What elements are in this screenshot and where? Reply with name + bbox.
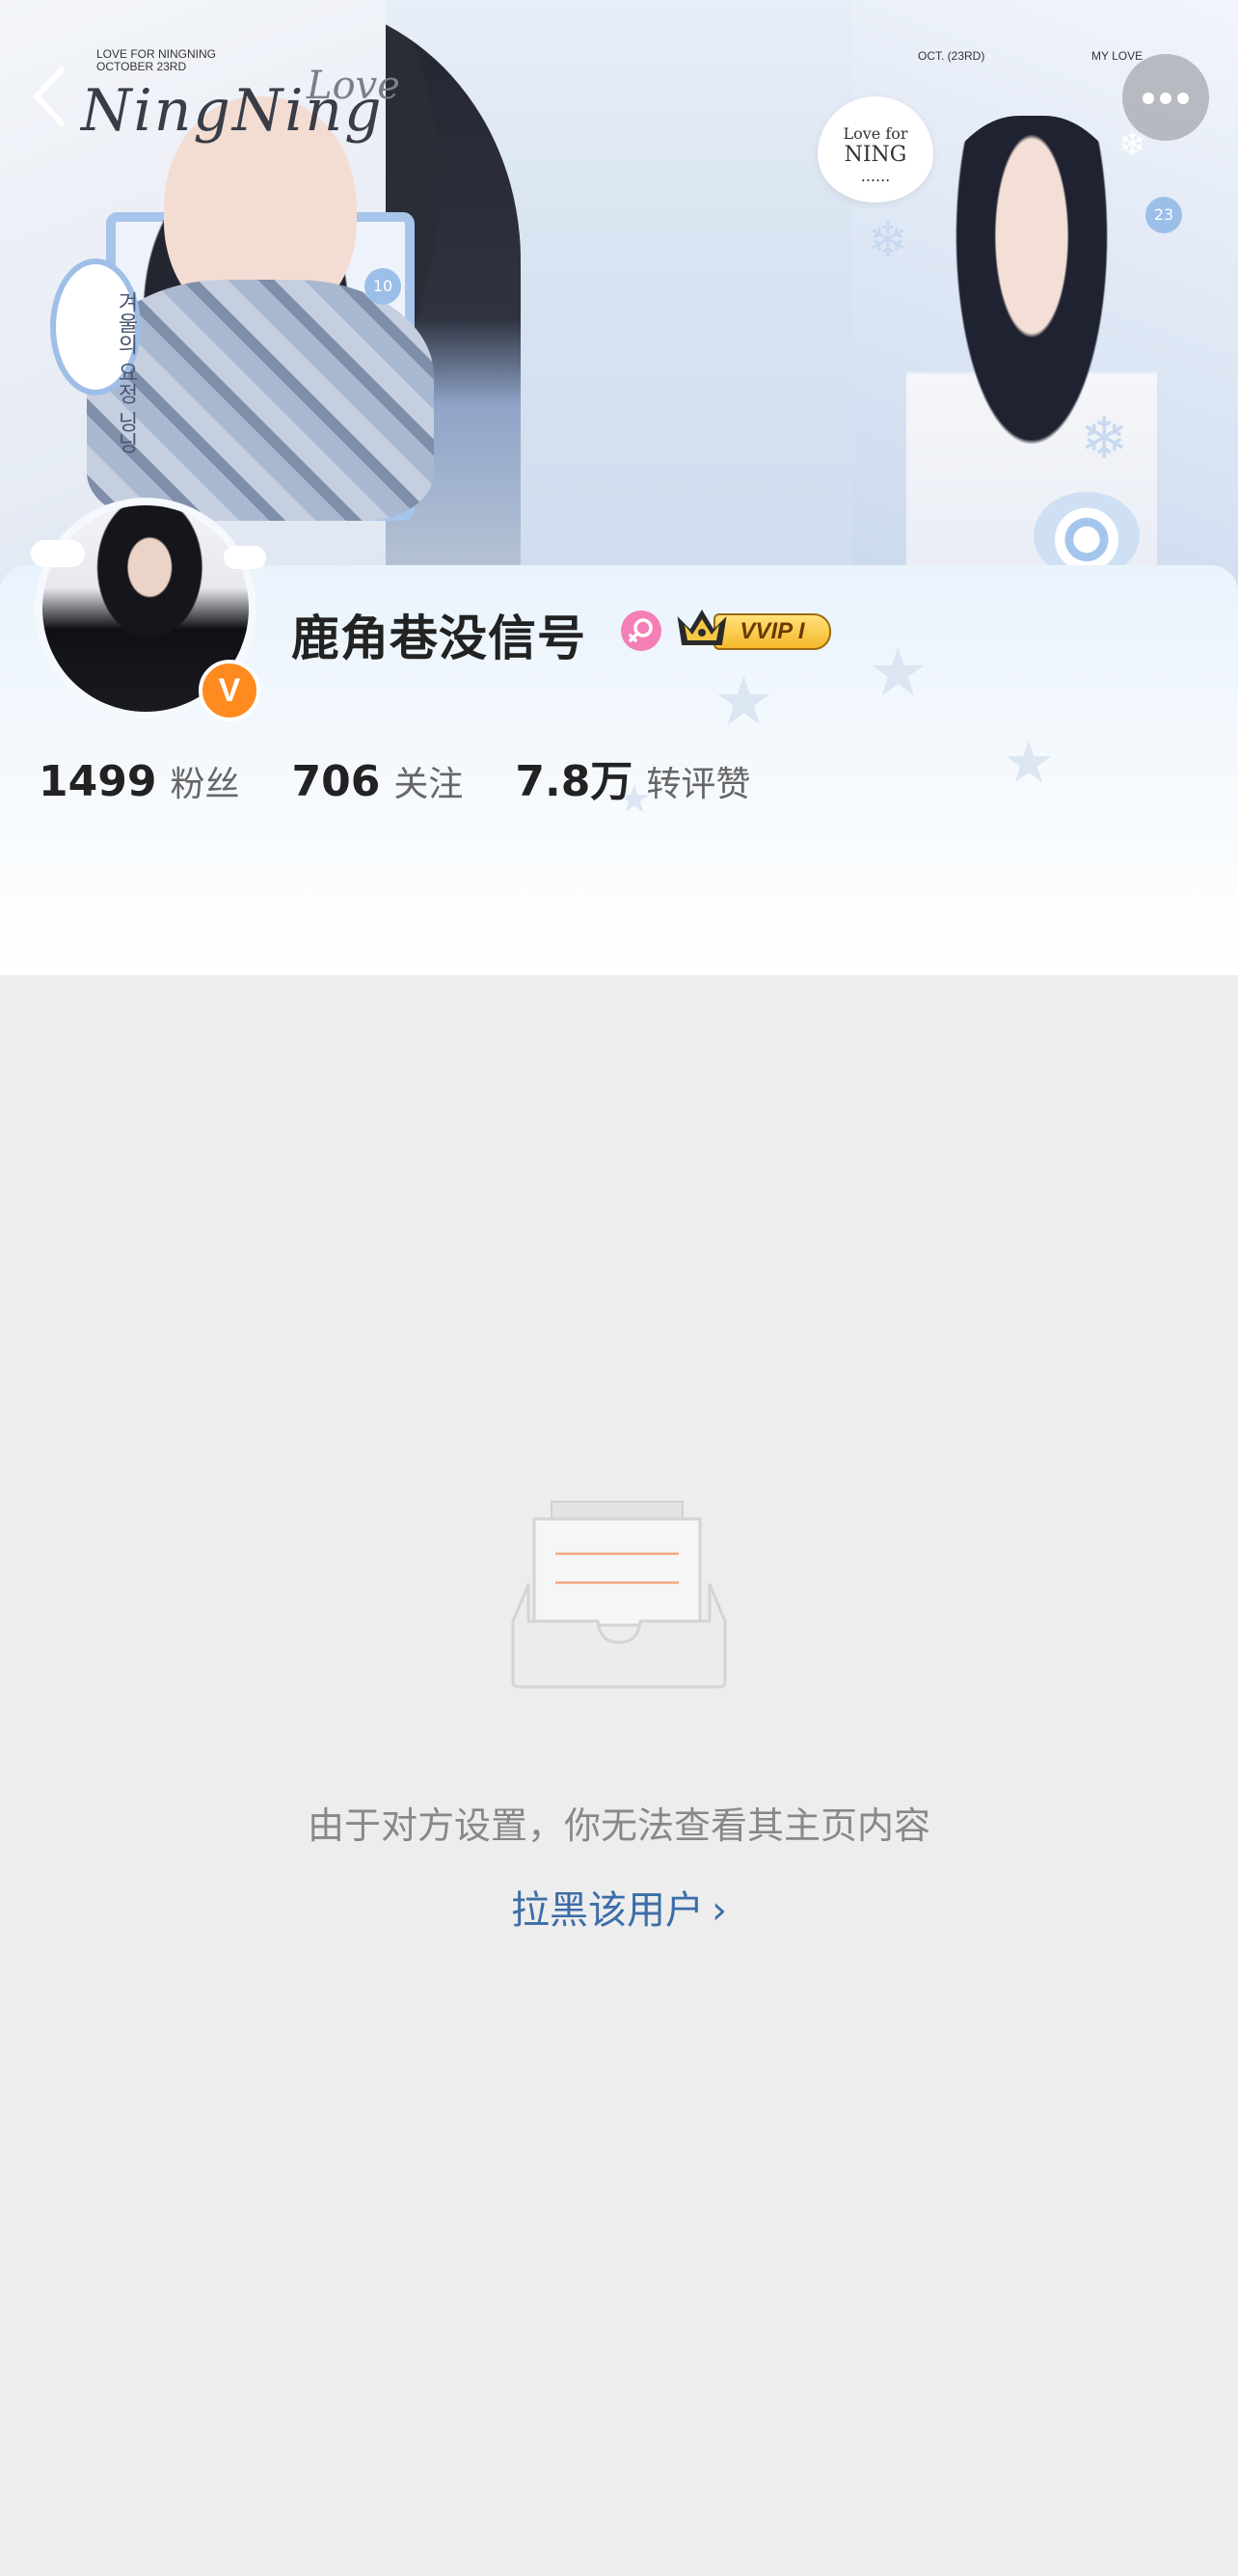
star-decoration: ★ — [868, 633, 928, 712]
more-dots-icon — [1143, 93, 1154, 104]
hanging-tag-text: 겨울의 요정 닝닝 — [114, 291, 138, 453]
number-badge-right: 23 — [1145, 197, 1182, 233]
username: 鹿角巷没信号 — [291, 610, 586, 666]
block-user-link[interactable]: 拉黑该用户 › — [0, 1879, 1238, 1935]
empty-state-message: 由于对方设置，你无法查看其主页内容 — [307, 1804, 930, 1847]
more-button[interactable] — [1122, 54, 1209, 141]
stats-row: 1499 粉丝 706 关注 7.8万 转评赞 — [39, 746, 802, 806]
stat-following[interactable]: 706 关注 — [291, 756, 463, 806]
vip-badge-label: VVIP I — [713, 613, 831, 650]
snowflake-icon: ❄ — [868, 212, 908, 268]
star-decoration: ★ — [1003, 729, 1055, 797]
stat-value: 7.8万 — [515, 757, 633, 806]
number-badge-left: 10 — [364, 268, 401, 305]
female-icon — [621, 610, 661, 651]
avatar-frame-cloud — [224, 546, 266, 569]
stat-value: 1499 — [39, 757, 157, 806]
back-button[interactable] — [23, 62, 81, 131]
snowflake-icon: ❄ — [1080, 405, 1129, 473]
banner-small-text-center: OCT. (23RD) — [918, 49, 985, 63]
more-dots-icon — [1177, 93, 1189, 104]
stat-label: 转评赞 — [646, 765, 751, 804]
empty-inbox-icon — [511, 1501, 727, 1689]
stat-label: 粉丝 — [170, 765, 240, 804]
stat-likes[interactable]: 7.8万 转评赞 — [515, 746, 750, 808]
stat-label: 关注 — [393, 765, 464, 804]
verified-badge-icon: V — [199, 660, 260, 721]
banner-small-text-left: LOVE FOR NINGNING OCTOBER 23RD — [96, 47, 217, 73]
avatar-frame-cloud — [31, 540, 85, 567]
heart-sticker-text: Love for NING ...... — [843, 124, 908, 185]
banner-small-text-right: MY LOVE — [1091, 49, 1144, 63]
star-decoration: ★ — [713, 662, 774, 741]
block-user-label: 拉黑该用户 — [511, 1888, 704, 1933]
more-dots-icon — [1160, 93, 1171, 104]
stat-followers[interactable]: 1499 粉丝 — [39, 756, 239, 806]
back-arrow-icon — [34, 67, 65, 126]
vip-badge[interactable]: VVIP I — [675, 606, 833, 650]
chevron-right-icon: › — [712, 1888, 727, 1933]
stat-value: 706 — [291, 757, 381, 806]
crown-icon — [677, 610, 727, 645]
banner-script-name: NingNing — [81, 77, 384, 145]
